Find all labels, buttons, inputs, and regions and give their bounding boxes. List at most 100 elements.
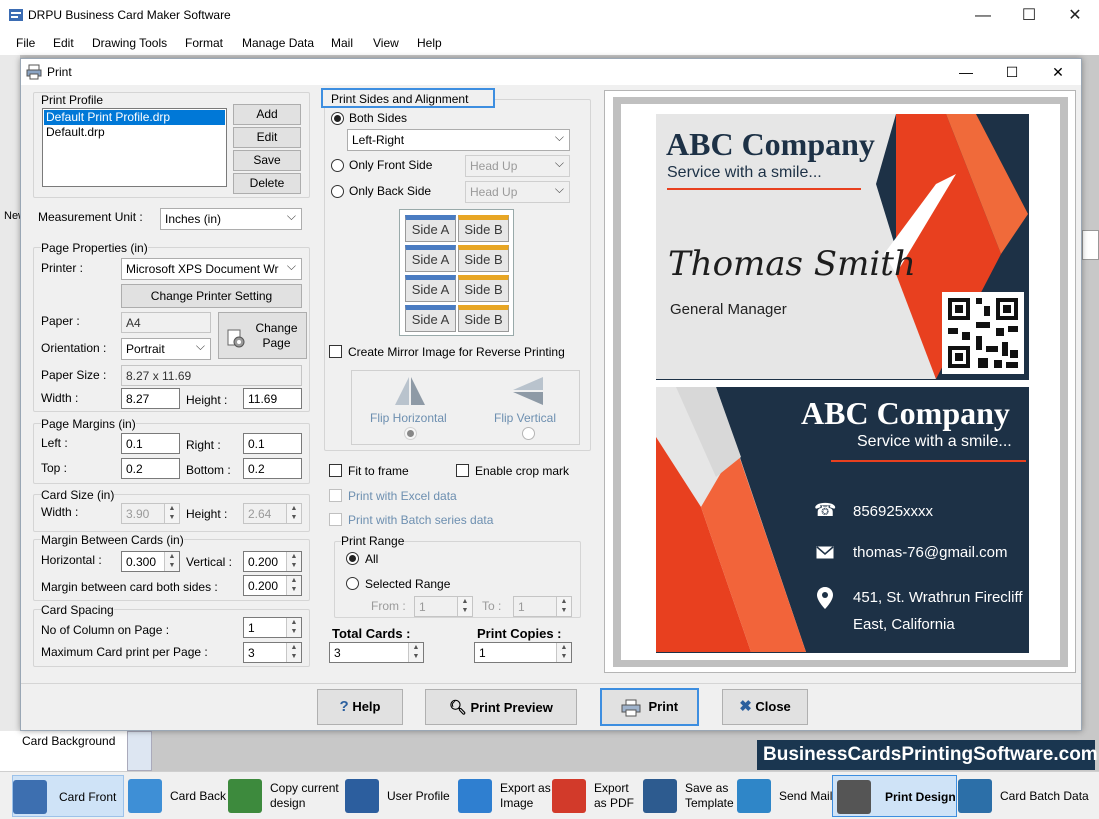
flip-horizontal-radio[interactable] [404, 427, 417, 440]
menu-drawing-tools[interactable]: Drawing Tools [92, 36, 167, 50]
menu-mail[interactable]: Mail [331, 36, 353, 50]
menu-edit[interactable]: Edit [53, 36, 74, 50]
to-spinner[interactable]: 1 ▲ ▼ [513, 596, 572, 617]
spinner-arrows-icon[interactable]: ▲ ▼ [286, 552, 301, 571]
excel-checkbox[interactable] [329, 489, 342, 502]
fit-frame-checkbox[interactable] [329, 464, 342, 477]
profile-item[interactable]: Default.drp [44, 125, 105, 139]
card-batch-button[interactable]: Card Batch Data [958, 775, 1096, 817]
spinner-arrows-icon[interactable]: ▲ ▼ [164, 504, 179, 523]
paper-size-field[interactable]: 8.27 x 11.69 [121, 365, 302, 386]
both-sides-select[interactable]: Left-Right [347, 129, 570, 151]
front-side-label[interactable]: Only Front Side [349, 158, 432, 172]
dialog-close-button[interactable]: ✕ [1035, 59, 1081, 85]
printer-select[interactable]: Microsoft XPS Document Wr [121, 258, 302, 280]
user-profile-button[interactable]: User Profile [345, 775, 453, 817]
dialog-maximize-button[interactable]: ☐ [989, 59, 1035, 85]
front-side-radio[interactable] [331, 159, 344, 172]
bottom-margin-field[interactable]: 0.2 [243, 458, 302, 479]
card-back-tab[interactable]: Card Back [128, 775, 228, 817]
change-page-button[interactable]: Change Page [218, 312, 307, 359]
close-button[interactable]: ✖ Close [722, 689, 808, 725]
page-height-field[interactable]: 11.69 [243, 388, 302, 409]
panel-tab[interactable] [127, 731, 152, 771]
range-selected-label[interactable]: Selected Range [365, 577, 450, 591]
menu-file[interactable]: File [16, 36, 35, 50]
range-all-label[interactable]: All [365, 552, 378, 566]
spinner-arrows-icon[interactable]: ▲ ▼ [556, 643, 571, 662]
batch-label[interactable]: Print with Batch series data [348, 513, 493, 527]
back-side-label[interactable]: Only Back Side [349, 184, 431, 198]
front-side-select[interactable]: Head Up [465, 155, 570, 177]
spinner-arrows-icon[interactable]: ▲ ▼ [457, 597, 472, 616]
print-preview-button[interactable]: 🔍︎ Print Preview [425, 689, 577, 725]
right-margin-field[interactable]: 0.1 [243, 433, 302, 454]
spinner-arrows-icon[interactable]: ▲ ▼ [286, 643, 301, 662]
dialog-minimize-button[interactable]: — [943, 59, 989, 85]
spinner-arrows-icon[interactable]: ▲ ▼ [408, 643, 423, 662]
page-width-field[interactable]: 8.27 [121, 388, 180, 409]
excel-label[interactable]: Print with Excel data [348, 489, 457, 503]
orientation-select[interactable]: Portrait [121, 338, 211, 360]
both-sides-radio[interactable] [331, 112, 344, 125]
add-profile-button[interactable]: Add [233, 104, 301, 125]
spinner-arrows-icon[interactable]: ▲ ▼ [286, 504, 301, 523]
card-background-label[interactable]: Card Background [22, 734, 115, 748]
batch-checkbox[interactable] [329, 513, 342, 526]
left-margin-field[interactable]: 0.1 [121, 433, 180, 454]
range-selected-radio[interactable] [346, 577, 359, 590]
menu-format[interactable]: Format [185, 36, 223, 50]
change-printer-button[interactable]: Change Printer Setting [121, 284, 302, 308]
crop-mark-checkbox[interactable] [456, 464, 469, 477]
mirror-checkbox[interactable] [329, 345, 342, 358]
menu-view[interactable]: View [373, 36, 399, 50]
maximize-button[interactable]: ☐ [1006, 0, 1052, 31]
fit-frame-label[interactable]: Fit to frame [348, 464, 409, 478]
side-scroll-box[interactable] [1082, 230, 1099, 260]
total-cards-spinner[interactable]: 3 ▲ ▼ [329, 642, 424, 663]
delete-profile-button[interactable]: Delete [233, 173, 301, 194]
range-all-radio[interactable] [346, 552, 359, 565]
help-button[interactable]: ? Help [317, 689, 403, 725]
flip-vertical-label[interactable]: Flip Vertical [494, 411, 556, 425]
back-side-radio[interactable] [331, 185, 344, 198]
export-pdf-button[interactable]: Export as PDF [552, 775, 642, 817]
edit-profile-button[interactable]: Edit [233, 127, 301, 148]
max-cards-spinner[interactable]: 3 ▲ ▼ [243, 642, 302, 663]
send-mail-button[interactable]: Send Mail [737, 775, 832, 817]
minimize-button[interactable]: — [960, 0, 1006, 31]
measurement-unit-select[interactable]: Inches (in) [160, 208, 302, 230]
save-template-button[interactable]: Save as Template [643, 775, 735, 817]
crop-mark-label[interactable]: Enable crop mark [475, 464, 569, 478]
profile-list[interactable]: Default Print Profile.drp Default.drp [42, 108, 227, 187]
spinner-arrows-icon[interactable]: ▲ ▼ [286, 576, 301, 595]
card-width-spinner[interactable]: 3.90 ▲ ▼ [121, 503, 180, 524]
close-window-button[interactable]: ✕ [1052, 0, 1098, 31]
columns-spinner[interactable]: 1 ▲ ▼ [243, 617, 302, 638]
print-design-tab[interactable]: Print Design [832, 775, 957, 817]
from-spinner[interactable]: 1 ▲ ▼ [414, 596, 473, 617]
flip-vertical-radio[interactable] [522, 427, 535, 440]
flip-horizontal-label[interactable]: Flip Horizontal [370, 411, 447, 425]
menu-manage-data[interactable]: Manage Data [242, 36, 314, 50]
print-copies-spinner[interactable]: 1 ▲ ▼ [474, 642, 572, 663]
spinner-arrows-icon[interactable]: ▲ ▼ [164, 552, 179, 571]
spinner-arrows-icon[interactable]: ▲ ▼ [556, 597, 571, 616]
mirror-label[interactable]: Create Mirror Image for Reverse Printing [348, 345, 565, 359]
vertical-spinner[interactable]: 0.200 ▲ ▼ [243, 551, 302, 572]
print-button[interactable]: Print [600, 688, 699, 726]
paper-field[interactable]: A4 [121, 312, 211, 333]
horizontal-spinner[interactable]: 0.300 ▲ ▼ [121, 551, 180, 572]
top-margin-field[interactable]: 0.2 [121, 458, 180, 479]
both-sides-margin-spinner[interactable]: 0.200 ▲ ▼ [243, 575, 302, 596]
card-front-tab[interactable]: Card Front [12, 775, 124, 817]
export-image-button[interactable]: Export as Image [458, 775, 551, 817]
menu-help[interactable]: Help [417, 36, 442, 50]
back-side-select[interactable]: Head Up [465, 181, 570, 203]
profile-item-selected[interactable]: Default Print Profile.drp [44, 110, 225, 125]
copy-design-button[interactable]: Copy current design [228, 775, 343, 817]
spinner-arrows-icon[interactable]: ▲ ▼ [286, 618, 301, 637]
card-height-spinner[interactable]: 2.64 ▲ ▼ [243, 503, 302, 524]
save-profile-button[interactable]: Save [233, 150, 301, 171]
both-sides-label[interactable]: Both Sides [349, 111, 407, 125]
